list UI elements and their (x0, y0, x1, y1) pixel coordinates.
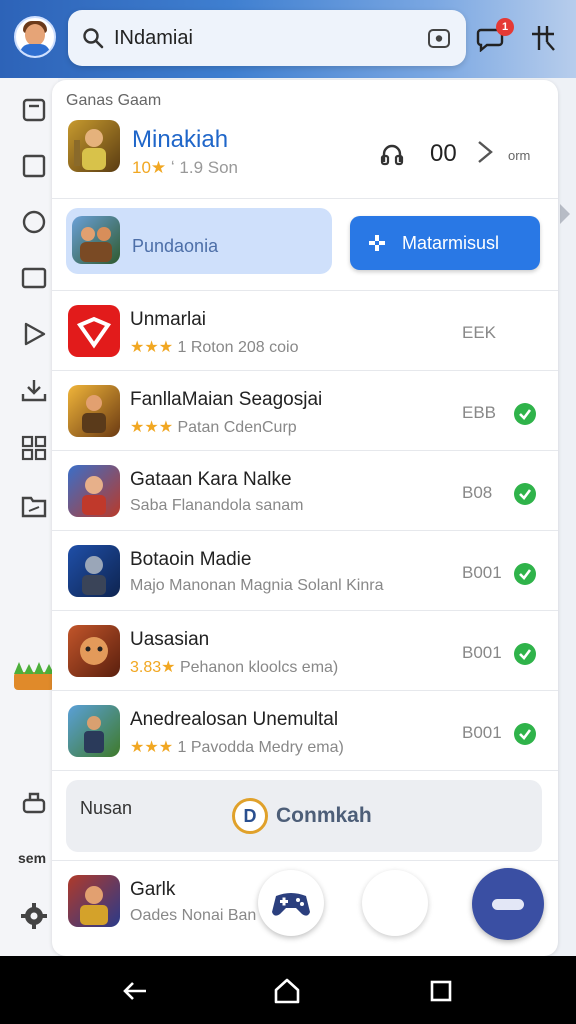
app-subtitle: 3.83★ Pehanon kloolcs ema) (130, 659, 339, 676)
app-icon (68, 465, 120, 517)
play-icon[interactable] (20, 320, 48, 348)
app-subtitle: Saba Flanandola sanam (130, 497, 304, 514)
featured-tag: orm (508, 148, 531, 163)
app-icon (68, 385, 120, 437)
featured-app-icon (68, 120, 120, 172)
cloud-icon[interactable] (378, 140, 406, 168)
grass-decoration-icon (14, 662, 54, 690)
list-item[interactable]: Botaoin Madie Majo Manonan Magnia Solanl… (52, 530, 558, 610)
search-value: INdamiai (114, 26, 193, 49)
featured-app-meta: 10★ ʻ 1.9 Son (132, 158, 238, 178)
featured-app[interactable]: Minakiah 10★ ʻ 1.9 Son 00 orm (52, 114, 558, 198)
promo-card[interactable]: Pundaonia (66, 208, 332, 274)
back-icon[interactable] (120, 976, 150, 1006)
list-item[interactable]: Uasasian 3.83★ Pehanon kloolcs ema) B001 (52, 610, 558, 690)
promo-button-label: Matarmisusl (402, 232, 500, 253)
featured-app-info: ʻ 1.9 Son (170, 158, 238, 177)
settings-gear-icon[interactable] (20, 902, 48, 930)
notification-button[interactable]: 1 (476, 18, 514, 53)
app-icon (68, 545, 120, 597)
home-icon[interactable] (272, 976, 302, 1006)
list-item[interactable]: Anedrealosan Unemultal ★★★ 1 Pavodda Med… (52, 690, 558, 770)
promo-button[interactable]: Matarmisusl (350, 216, 540, 270)
app-size: B001 (462, 723, 502, 742)
download-icon[interactable] (20, 376, 48, 404)
left-rail: sem (0, 78, 58, 956)
check-icon (514, 403, 536, 425)
check-icon (514, 723, 536, 745)
app-size: B001 (462, 643, 502, 662)
promo-app-icon (72, 216, 120, 264)
check-icon (514, 483, 536, 505)
minus-icon (492, 899, 524, 910)
search-input[interactable]: INdamiai (68, 10, 466, 66)
list-item[interactable]: Gataan Kara Nalke Saba Flanandola sanam … (52, 450, 558, 530)
apps-grid-icon[interactable] (20, 434, 48, 462)
app-size: B08 (462, 483, 493, 502)
divider (52, 770, 558, 771)
app-title: Garlk (130, 879, 176, 900)
notice-text: Conmkah (276, 804, 372, 827)
grid-menu-icon[interactable] (528, 22, 558, 54)
notice-banner[interactable]: Nusan D Conmkah (66, 780, 542, 852)
app-title: FanllaMaian Seagosjai (130, 389, 323, 410)
camera-icon[interactable] (426, 25, 452, 51)
chevron-right-icon[interactable] (472, 136, 498, 168)
check-icon (514, 563, 536, 585)
window-icon[interactable] (20, 264, 48, 292)
app-icon (68, 305, 120, 357)
system-nav-bar (0, 956, 576, 1024)
featured-app-rating: 10★ (132, 158, 167, 177)
sparkle-icon (369, 235, 385, 251)
featured-app-name: Minakiah (132, 126, 229, 153)
share-icon[interactable] (20, 788, 48, 816)
section-title: Ganas Gaam (66, 92, 162, 109)
notification-badge: 1 (496, 18, 514, 36)
app-title: Gataan Kara Nalke (130, 469, 292, 490)
app-subtitle: Majo Manonan Magnia Solanl Kinra (130, 577, 384, 594)
notice-logo: D (232, 798, 268, 834)
promo-label: Pundaonia (132, 236, 219, 256)
list-item[interactable]: FanllaMaian Seagosjai ★★★ Patan CdenCurp… (52, 370, 558, 450)
check-icon (514, 643, 536, 665)
gamepad-button[interactable] (258, 870, 324, 936)
app-size: B001 (462, 563, 502, 582)
notice-label: Nusan (80, 798, 133, 818)
app-title: Unmarlai (130, 309, 207, 330)
action-button[interactable] (362, 870, 428, 936)
app-size: EBB (462, 403, 497, 422)
app-icon (68, 875, 120, 927)
featured-count: 00 (430, 140, 457, 167)
list-item[interactable]: Unmarlai ★★★ 1 Roton 208 coio EEK (52, 290, 558, 370)
app-subtitle: ★★★ 1 Pavodda Medry ema) (130, 739, 344, 756)
scroll-arrow-icon[interactable] (560, 204, 570, 224)
rail-label: sem (18, 850, 47, 866)
app-title: Botaoin Madie (130, 549, 252, 570)
home-icon[interactable] (20, 96, 48, 124)
menu-button[interactable] (472, 868, 544, 940)
recents-icon[interactable] (426, 976, 456, 1006)
games-panel: Ganas Gaam Minakiah 10★ ʻ 1.9 Son 00 orm… (52, 80, 558, 956)
app-subtitle: ★★★ 1 Roton 208 coio (130, 339, 299, 356)
app-subtitle: Oades Nonai Ban (130, 907, 257, 924)
app-icon (68, 705, 120, 757)
divider (52, 198, 558, 199)
avatar[interactable] (14, 16, 56, 58)
top-bar: INdamiai 1 (0, 0, 576, 78)
folder-icon[interactable] (20, 492, 48, 520)
circle-icon[interactable] (20, 208, 48, 236)
app-size: EEK (462, 323, 497, 342)
search-icon (83, 28, 104, 49)
gamepad-icon (272, 893, 310, 916)
app-title: Uasasian (130, 629, 210, 650)
app-icon (68, 625, 120, 677)
app-subtitle: ★★★ Patan CdenCurp (130, 419, 297, 436)
app-title: Anedrealosan Unemultal (130, 709, 339, 730)
square-icon[interactable] (20, 152, 48, 180)
